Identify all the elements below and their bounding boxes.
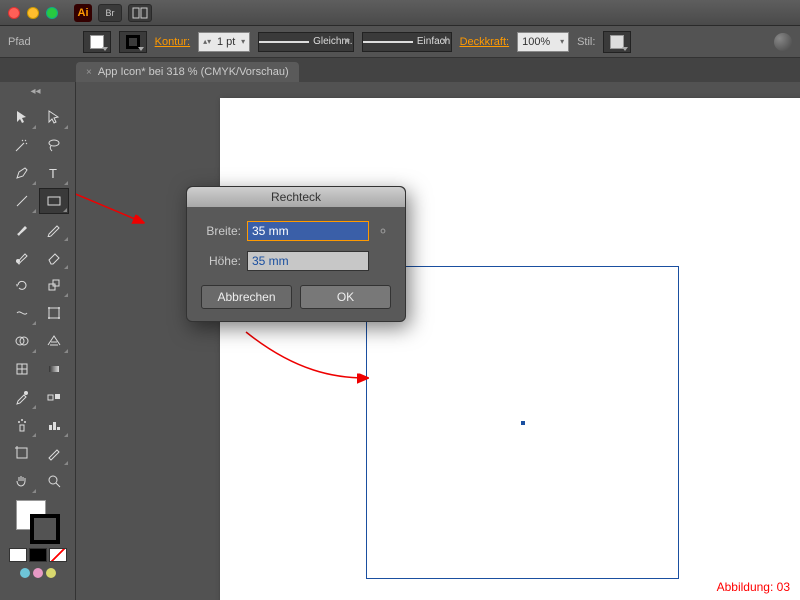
document-setup-icon[interactable] (774, 33, 792, 51)
app-logo-icon: Ai (74, 4, 92, 22)
symbol-sprayer-tool[interactable] (7, 412, 37, 438)
minimize-window-icon[interactable] (27, 7, 39, 19)
stroke-weight-field[interactable]: ▴▾ 1 pt ▾ (198, 32, 250, 52)
opacity-label[interactable]: Deckkraft: (460, 36, 510, 48)
screen-mode-2[interactable] (33, 568, 43, 578)
screen-mode-3[interactable] (46, 568, 56, 578)
height-input[interactable]: 35 mm (247, 251, 369, 271)
rectangle-tool[interactable] (39, 188, 69, 214)
opacity-field[interactable]: 100%▾ (517, 32, 569, 52)
color-mode-row (9, 548, 67, 562)
width-label: Breite: (201, 224, 241, 238)
width-input[interactable]: 35 mm (247, 221, 369, 241)
artboard-tool[interactable] (7, 440, 37, 466)
bridge-button[interactable]: Br (98, 4, 122, 22)
pen-tool[interactable] (7, 160, 37, 186)
rotate-tool[interactable] (7, 272, 37, 298)
column-graph-tool[interactable] (39, 412, 69, 438)
close-window-icon[interactable] (8, 7, 20, 19)
color-mode-none[interactable] (49, 548, 67, 562)
magic-wand-tool[interactable] (7, 132, 37, 158)
stroke-weight-value: 1 pt (217, 36, 235, 48)
color-mode-gradient[interactable] (29, 548, 47, 562)
canvas-area[interactable]: Abbildung: 03 Rechteck Breite: 35 mm ⚬ H… (76, 82, 800, 600)
slice-tool[interactable] (39, 440, 69, 466)
brush-definition-dropdown[interactable]: Einfach (362, 32, 452, 52)
direct-selection-tool[interactable] (39, 104, 69, 130)
fill-stroke-swatches[interactable] (16, 500, 60, 544)
gradient-tool[interactable] (39, 356, 69, 382)
variable-width-profile-dropdown[interactable]: Gleichm. (258, 32, 353, 52)
arrange-documents-button[interactable] (128, 4, 152, 22)
graphic-style-label: Stil: (577, 36, 595, 48)
tools-panel: ◂◂ T (0, 82, 76, 600)
document-tab-title: App Icon* bei 318 % (CMYK/Vorschau) (98, 66, 289, 78)
cancel-button[interactable]: Abbrechen (201, 285, 292, 309)
panel-collapse-icon[interactable]: ◂◂ (31, 86, 45, 100)
line-segment-tool[interactable] (7, 188, 37, 214)
stroke-swatch[interactable] (119, 31, 147, 53)
close-tab-icon[interactable]: × (86, 67, 92, 78)
scale-tool[interactable] (39, 272, 69, 298)
graphic-style-swatch[interactable] (603, 31, 631, 53)
mesh-tool[interactable] (7, 356, 37, 382)
perspective-grid-tool[interactable] (39, 328, 69, 354)
height-label: Höhe: (201, 254, 241, 268)
zoom-tool[interactable] (39, 468, 69, 494)
eyedropper-tool[interactable] (7, 384, 37, 410)
zoom-window-icon[interactable] (46, 7, 58, 19)
window-controls (8, 7, 58, 19)
pencil-tool[interactable] (39, 216, 69, 242)
screen-mode-1[interactable] (20, 568, 30, 578)
selection-type-label: Pfad (8, 36, 31, 48)
paintbrush-tool[interactable] (7, 216, 37, 242)
document-tab-bar: × App Icon* bei 318 % (CMYK/Vorschau) (0, 58, 800, 82)
free-transform-tool[interactable] (39, 300, 69, 326)
hand-tool[interactable] (7, 468, 37, 494)
dialog-title: Rechteck (187, 187, 405, 207)
constrain-proportions-icon[interactable]: ⚬ (375, 223, 391, 240)
lasso-tool[interactable] (39, 132, 69, 158)
fill-swatch[interactable] (83, 31, 111, 53)
width-tool[interactable] (7, 300, 37, 326)
blob-brush-tool[interactable] (7, 244, 37, 270)
color-mode-solid[interactable] (9, 548, 27, 562)
eraser-tool[interactable] (39, 244, 69, 270)
stroke-label[interactable]: Kontur: (155, 36, 190, 48)
window-titlebar: Ai Br (0, 0, 800, 26)
screen-mode-row (20, 568, 56, 578)
ok-button[interactable]: OK (300, 285, 391, 309)
type-tool[interactable]: T (39, 160, 69, 186)
selection-tool[interactable] (7, 104, 37, 130)
stroke-color-swatch[interactable] (30, 514, 60, 544)
blend-tool[interactable] (39, 384, 69, 410)
shape-builder-tool[interactable] (7, 328, 37, 354)
svg-text:T: T (49, 166, 57, 181)
rectangle-dialog: Rechteck Breite: 35 mm ⚬ Höhe: 35 mm Abb… (186, 186, 406, 322)
control-bar: Pfad Kontur: ▴▾ 1 pt ▾ Gleichm. Einfach … (0, 26, 800, 58)
document-tab[interactable]: × App Icon* bei 318 % (CMYK/Vorschau) (76, 62, 299, 82)
main-area: ◂◂ T (0, 82, 800, 600)
